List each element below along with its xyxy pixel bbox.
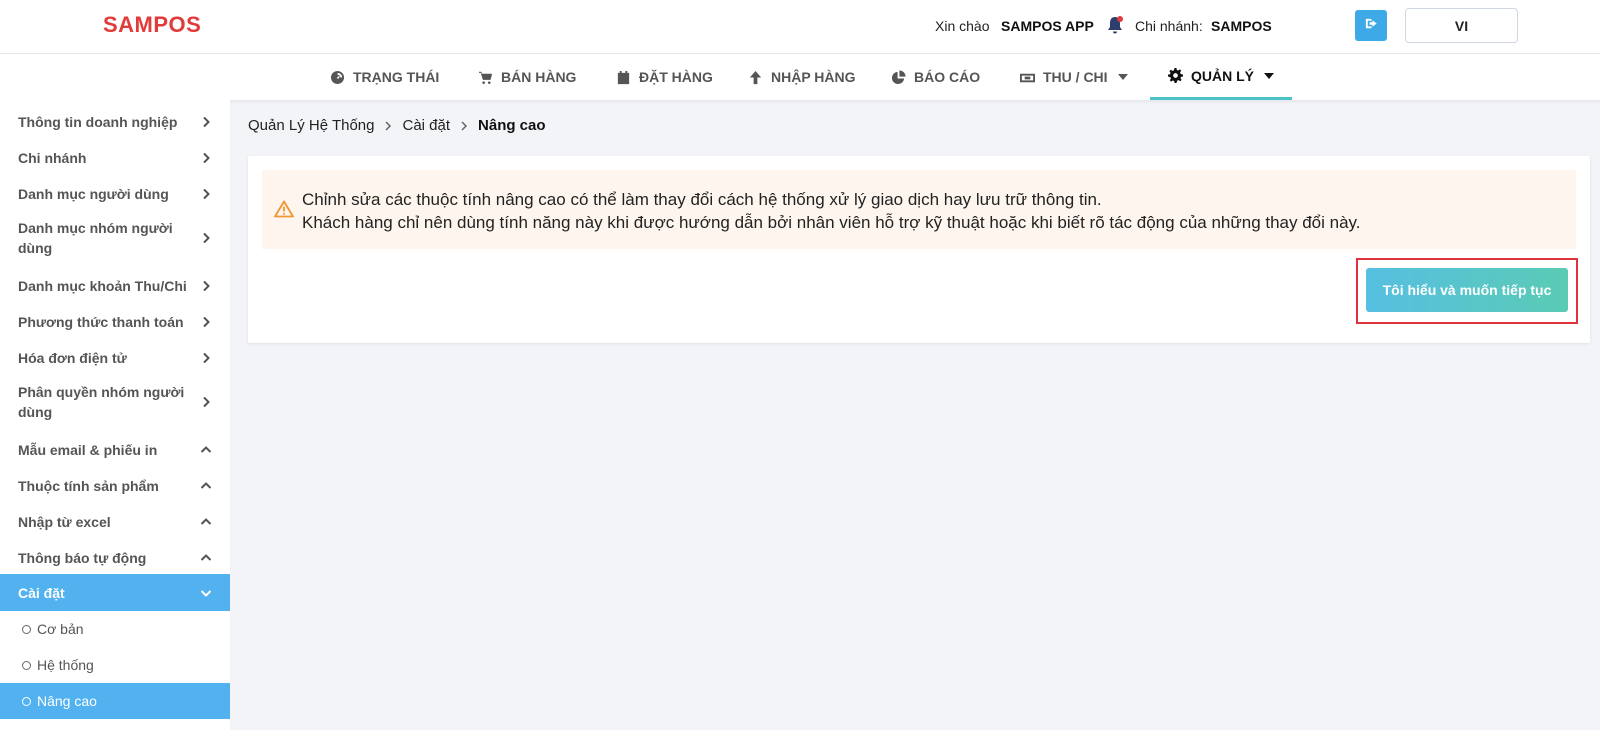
- nav-item-nhap-hang[interactable]: NHẬP HÀNG: [748, 54, 856, 100]
- language-selector[interactable]: VI: [1405, 8, 1518, 43]
- pie-chart-icon: [891, 69, 906, 84]
- top-header: SAMPOS Xin chào SAMPOS APP Chi nhánh: SA…: [0, 0, 1600, 54]
- circle-icon: [22, 660, 31, 670]
- chevron-right-icon: [385, 120, 392, 131]
- sidebar-item-thuoc-tinh-san-pham[interactable]: Thuộc tính sản phẩm: [0, 468, 230, 504]
- logout-button[interactable]: [1355, 10, 1387, 41]
- calendar-icon: [617, 70, 630, 84]
- circle-icon: [22, 624, 31, 634]
- confirm-button-highlight: Tôi hiểu và muốn tiếp tục: [1356, 258, 1578, 324]
- chevron-down-icon: [1117, 74, 1128, 80]
- chevron-right-icon: [203, 188, 210, 200]
- money-icon: [1020, 73, 1035, 82]
- nav-item-ban-hang[interactable]: BÁN HÀNG: [478, 54, 576, 100]
- nav-item-trang-thai[interactable]: TRẠNG THÁI: [330, 54, 439, 100]
- nav-item-thu-chi[interactable]: THU / CHI: [1020, 54, 1128, 100]
- sidebar-item-cai-dat[interactable]: Cài đặt: [0, 574, 230, 611]
- sidebar-subitem-he-thong[interactable]: Hệ thống: [0, 647, 230, 683]
- cart-icon: [478, 71, 493, 84]
- warning-alert: Chỉnh sửa các thuộc tính nâng cao có thể…: [262, 170, 1576, 249]
- sidebar-item-danh-muc-khoan-thu-chi[interactable]: Danh mục khoản Thu/Chi: [0, 268, 230, 304]
- confirm-continue-button[interactable]: Tôi hiểu và muốn tiếp tục: [1366, 268, 1568, 312]
- breadcrumb-item-cai-dat[interactable]: Cài đặt: [402, 117, 450, 134]
- sidebar-item-mau-email-phieu-in[interactable]: Mẫu email & phiếu in: [0, 432, 230, 468]
- sidebar-item-nhap-tu-excel[interactable]: Nhập từ excel: [0, 504, 230, 540]
- sidebar-item-chi-nhanh[interactable]: Chi nhánh: [0, 140, 230, 176]
- breadcrumb-item-nang-cao: Nâng cao: [478, 117, 546, 134]
- chevron-up-icon: [200, 446, 212, 453]
- arrow-up-icon: [749, 70, 762, 84]
- dashboard-icon: [330, 70, 345, 84]
- chevron-right-icon: [203, 116, 210, 128]
- sidebar-item-phuong-thuc-thanh-toan[interactable]: Phương thức thanh toán: [0, 304, 230, 340]
- sidebar: Thông tin doanh nghiệp Chi nhánh Danh mụ…: [0, 100, 230, 730]
- sidebar-item-thong-bao-tu-dong[interactable]: Thông báo tự động: [0, 540, 230, 576]
- nav-item-dat-hang[interactable]: ĐẶT HÀNG: [616, 54, 713, 100]
- chevron-up-icon: [200, 554, 212, 561]
- branch-label: Chi nhánh:: [1135, 18, 1203, 34]
- nav-item-bao-cao[interactable]: BÁO CÁO: [891, 54, 980, 100]
- advanced-settings-card: Chỉnh sửa các thuộc tính nâng cao có thể…: [248, 156, 1590, 343]
- breadcrumb-item-quan-ly-he-thong[interactable]: Quản Lý Hệ Thống: [248, 117, 374, 134]
- chevron-down-icon: [200, 589, 212, 597]
- branch-value: SAMPOS: [1211, 18, 1272, 34]
- warning-line-1: Chỉnh sửa các thuộc tính nâng cao có thể…: [302, 190, 1102, 209]
- sidebar-item-hoa-don-dien-tu[interactable]: Hóa đơn điện tử: [0, 340, 230, 376]
- warning-line-2: Khách hàng chỉ nên dùng tính năng này kh…: [302, 213, 1361, 232]
- warning-text: Chỉnh sửa các thuộc tính nâng cao có thể…: [302, 188, 1361, 234]
- sidebar-item-thong-tin-doanh-nghiep[interactable]: Thông tin doanh nghiệp: [0, 104, 230, 140]
- sidebar-item-phan-quyen-nhom-nguoi-dung[interactable]: Phân quyền nhóm người dùng: [0, 376, 230, 428]
- chevron-right-icon: [203, 152, 210, 164]
- chevron-down-icon: [1264, 72, 1274, 79]
- chevron-right-icon: [203, 396, 210, 408]
- chevron-right-icon: [203, 352, 210, 364]
- breadcrumb: Quản Lý Hệ Thống Cài đặt Nâng cao: [248, 117, 546, 134]
- chevron-right-icon: [203, 232, 210, 244]
- logout-icon: [1364, 16, 1379, 36]
- chevron-right-icon: [203, 280, 210, 292]
- chevron-right-icon: [461, 120, 468, 131]
- sidebar-item-danh-muc-nguoi-dung[interactable]: Danh mục người dùng: [0, 176, 230, 212]
- bell-icon[interactable]: [1106, 15, 1124, 35]
- sidebar-subitem-nang-cao[interactable]: Nâng cao: [0, 683, 230, 719]
- sidebar-subitem-co-ban[interactable]: Cơ bản: [0, 611, 230, 647]
- warning-icon: [274, 200, 294, 218]
- gear-icon: [1168, 68, 1183, 83]
- chevron-right-icon: [203, 316, 210, 328]
- chevron-up-icon: [200, 518, 212, 525]
- circle-icon: [22, 696, 31, 706]
- nav-item-quan-ly[interactable]: QUẢN LÝ: [1150, 54, 1292, 100]
- sidebar-item-danh-muc-nhom-nguoi-dung[interactable]: Danh mục nhóm người dùng: [0, 212, 230, 264]
- main-nav: TRẠNG THÁI BÁN HÀNG ĐẶT HÀNG NHẬP HÀNG B…: [0, 54, 1600, 100]
- app-logo[interactable]: SAMPOS: [103, 12, 201, 38]
- greeting-user: SAMPOS APP: [1001, 18, 1094, 34]
- chevron-up-icon: [200, 482, 212, 489]
- greeting-label: Xin chào: [935, 18, 990, 34]
